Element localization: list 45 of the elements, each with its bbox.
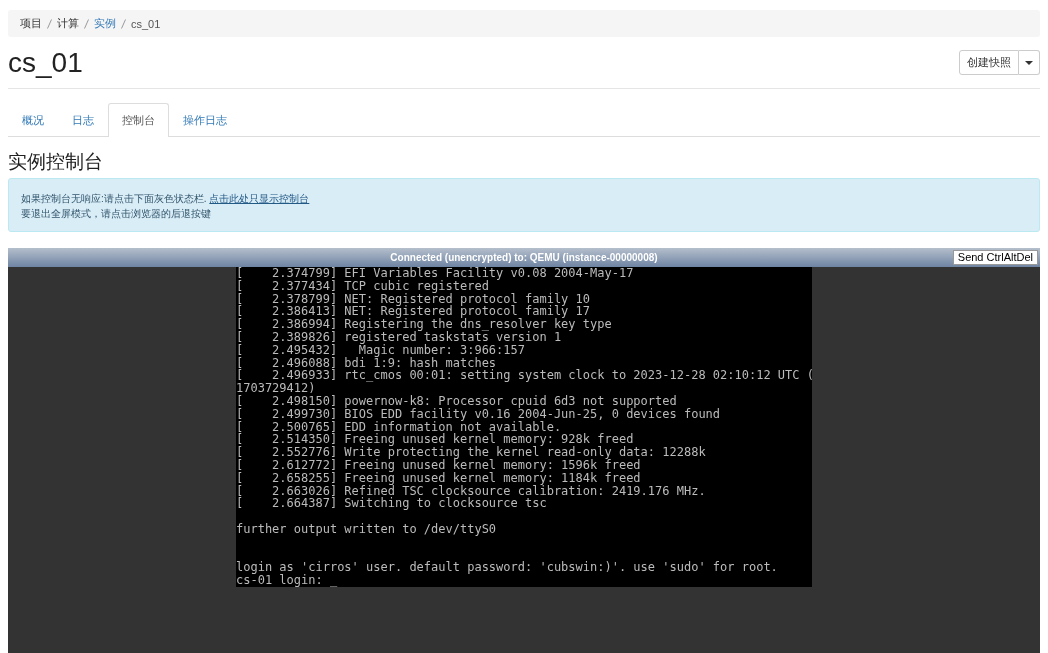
tab[interactable]: 控制台	[108, 103, 169, 137]
terminal-line: login as 'cirros' user. default password: 'cubswin:)'. use 'sudo' for root.	[236, 561, 779, 575]
send-ctrl-alt-del-button[interactable]: Send CtrlAltDel	[952, 250, 1038, 265]
tab[interactable]: 概况	[8, 103, 58, 137]
terminal-line: [ 2.386994] Registering the dns_resolver key type	[236, 318, 613, 331]
terminal-line: [ 2.664387] Switching to clocksource tsc	[236, 497, 548, 511]
alert-text: 要退出全屏模式，请点击浏览器的后退按键	[21, 208, 211, 219]
breadcrumb-item: cs_01	[131, 17, 161, 30]
alert-text: 如果控制台无响应:请点击下面灰色状态栏.	[21, 193, 207, 204]
terminal-line: [ 2.500765] EDD information not available.	[236, 420, 562, 434]
terminal-line: [ 2.374799] EFI Variables Facility v0.08 2004-May-17	[236, 267, 635, 280]
breadcrumb-item[interactable]: 实例	[94, 16, 116, 31]
dropdown-toggle-button[interactable]	[1019, 50, 1040, 75]
section-title: 实例控制台	[8, 150, 104, 174]
breadcrumb-item: 计算	[57, 16, 79, 31]
terminal-line: [ 2.386413] NET: Registered protocol family 17	[236, 305, 590, 319]
breadcrumb-separator-icon	[121, 18, 126, 29]
terminal-line: [ 2.612772] Freeing unused kernel memory: 1596k freed	[236, 458, 642, 472]
terminal-line: [ 2.496933] rtc_cmos 00:01: setting system clock to 2023-12-28 02:10:12 UTC (	[236, 369, 812, 383]
breadcrumb-item: 项目	[20, 16, 42, 31]
terminal-line: [ 2.496088] bdi 1:9: hash matches	[236, 356, 497, 370]
terminal-line: further output written to /dev/ttyS0	[236, 522, 498, 536]
terminal-line: [ 2.499730] BIOS EDD facility v0.16 2004-Jun-25, 0 devices found	[236, 407, 722, 421]
terminal-screen[interactable]	[236, 267, 812, 587]
terminal-line: 1703729412)	[236, 382, 316, 395]
terminal-line: [ 2.663026] Refined TSC clocksource calibration: 2419.176 MHz.	[236, 484, 707, 498]
caret-icon	[1025, 60, 1033, 65]
tab[interactable]: 日志	[58, 103, 108, 137]
terminal-line: [ 2.552776] Write protecting the kernel read-only data: 12288k	[236, 446, 707, 459]
terminal-line: [ 2.495432] Magic number: 3:966:157	[236, 343, 526, 357]
terminal-line: [ 2.514350] Freeing unused kernel memory: 928k freed	[236, 433, 634, 447]
tab[interactable]: 操作日志	[169, 103, 241, 137]
terminal-line: [ 2.377434] TCP cubic registered	[236, 279, 489, 293]
console-only-link[interactable]: 点击此处只显示控制台	[209, 193, 310, 204]
terminal-line: [ 2.378799] NET: Registered protocol family 10	[236, 292, 591, 306]
breadcrumb-separator-icon	[47, 18, 52, 29]
status-bar[interactable]: Connected (unencrypted) to: QEMU (instance-00000008) Send CtrlAltDel	[8, 248, 1040, 267]
terminal-line: cs-01 login: _	[236, 574, 339, 587]
connection-status: Connected (unencrypted) to: QEMU (instance-00000008)	[390, 252, 658, 263]
page-title: cs_01	[8, 46, 83, 79]
create-snapshot-button[interactable]: 创建快照	[959, 50, 1019, 75]
terminal-line: [ 2.498150] powernow-k8: Processor cpuid 6d3 not supported	[236, 394, 678, 408]
terminal-line: [ 2.389826] registered taskstats version 1	[236, 331, 562, 344]
breadcrumb-separator-icon	[84, 18, 89, 29]
terminal-line: [ 2.658255] Freeing unused kernel memory: 1184k freed	[236, 471, 642, 485]
